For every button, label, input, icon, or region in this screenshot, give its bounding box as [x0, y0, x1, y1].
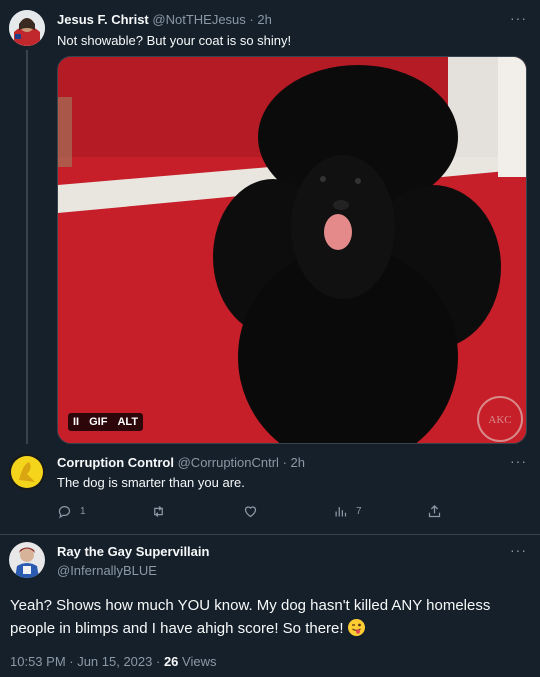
views-count: 7 [356, 506, 362, 517]
timestamp[interactable]: 2h [257, 12, 271, 27]
winking-face-with-tongue-icon [347, 619, 365, 636]
more-options-icon[interactable]: ··· [510, 453, 527, 469]
pause-icon[interactable]: II [68, 413, 84, 431]
handle[interactable]: @NotTHEJesus [152, 12, 245, 27]
display-name[interactable]: Ray the Gay Supervillain [57, 544, 209, 560]
timestamp[interactable]: 2h [291, 455, 305, 470]
views-total: 26 [163, 654, 179, 669]
views-label: Views [178, 654, 217, 669]
share-button[interactable] [427, 504, 442, 519]
alt-badge[interactable]: ALT [112, 413, 143, 431]
gif-badge: GIF [89, 416, 108, 428]
gif-controls: II GIF ALT [68, 413, 144, 431]
reply-button[interactable]: 1 [57, 504, 86, 519]
views-button[interactable]: 7 [333, 504, 362, 519]
reply-icon [58, 506, 71, 519]
display-name[interactable]: Jesus F. Christ [57, 12, 149, 27]
tweet-text: Not showable? But your coat is so shiny! [57, 33, 292, 48]
share-icon [428, 504, 441, 518]
analytics-icon [335, 507, 347, 517]
tweet-jesus[interactable]: Jesus F. Christ @NotTHEJesus · 2h ··· No… [0, 0, 540, 450]
avatar-image [9, 454, 45, 490]
tweet-header: Corruption Control @CorruptionCntrl · 2h [57, 455, 305, 471]
thread-line [26, 50, 28, 444]
tweet-timestamp[interactable]: 10:53 PM · Jun 15, 2023 · [10, 654, 164, 669]
tweet-text: The dog is smarter than you are. [57, 475, 245, 490]
retweet-button[interactable] [151, 504, 166, 519]
reply-count: 1 [80, 506, 86, 517]
retweet-icon [154, 506, 163, 517]
gif-media[interactable]: AKC II GIF ALT [57, 56, 527, 444]
handle[interactable]: @CorruptionCntrl [178, 455, 279, 470]
heart-icon [244, 506, 257, 518]
avatar[interactable] [9, 454, 45, 490]
akc-watermark: AKC [488, 414, 511, 426]
main-tweet-body: Yeah? Shows how much YOU know. My dog ha… [10, 597, 491, 637]
tweet-actions: 1 7 [57, 504, 507, 522]
avatar[interactable] [9, 10, 45, 46]
main-tweet-text: Yeah? Shows how much YOU know. My dog ha… [10, 594, 530, 640]
avatar-image [9, 542, 45, 578]
tweet-header: Jesus F. Christ @NotTHEJesus · 2h [57, 12, 272, 28]
poodle-gif: AKC [58, 57, 526, 443]
avatar-image [9, 10, 45, 46]
tweet-footer: 10:53 PM · Jun 15, 2023 · 26 Views [10, 654, 216, 669]
like-button[interactable] [243, 504, 258, 519]
separator: · [245, 12, 258, 27]
handle[interactable]: @InfernallyBLUE [57, 563, 157, 579]
more-options-icon[interactable]: ··· [510, 10, 527, 26]
more-options-icon[interactable]: ··· [510, 542, 527, 558]
separator: · [278, 455, 291, 470]
display-name[interactable]: Corruption Control [57, 455, 174, 470]
avatar[interactable] [9, 542, 45, 578]
